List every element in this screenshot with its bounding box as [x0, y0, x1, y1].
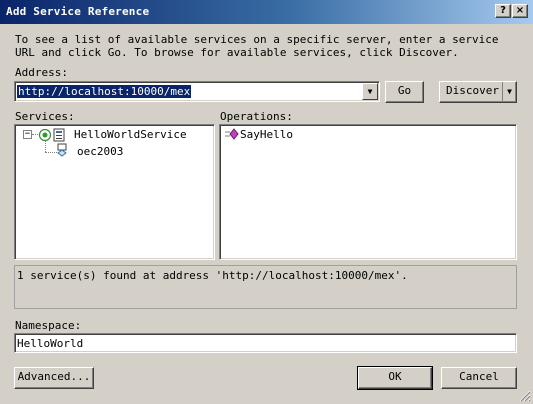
- chevron-down-icon: ▼: [367, 87, 373, 96]
- services-label: Services:: [15, 110, 75, 123]
- chevron-down-icon: ▼: [507, 87, 512, 96]
- title-bar[interactable]: Add Service Reference ? ×: [0, 0, 533, 24]
- cancel-button[interactable]: Cancel: [441, 367, 517, 389]
- ok-button[interactable]: OK: [357, 366, 433, 390]
- tree-item-contract[interactable]: oec2003: [77, 145, 123, 158]
- namespace-input[interactable]: HelloWorld: [17, 337, 83, 350]
- minus-box-icon[interactable]: −: [23, 130, 32, 139]
- list-item-operation[interactable]: SayHello: [240, 128, 293, 141]
- size-grip-icon[interactable]: [518, 389, 531, 402]
- status-panel: 1 service(s) found at address 'http://lo…: [14, 265, 517, 309]
- address-combobox[interactable]: http://localhost:10000/mex ▼: [14, 81, 380, 102]
- service-icon: [38, 128, 65, 142]
- window-title: Add Service Reference: [6, 5, 150, 18]
- discover-label: Discover: [446, 84, 499, 97]
- namespace-label: Namespace:: [15, 319, 82, 332]
- address-label: Address:: [15, 66, 68, 79]
- description-text: To see a list of available services on a…: [15, 33, 499, 59]
- discover-dropdown-button[interactable]: ▼: [502, 82, 516, 102]
- address-input[interactable]: http://localhost:10000/mex: [17, 85, 192, 98]
- operations-list[interactable]: SayHello: [219, 124, 517, 260]
- services-tree[interactable]: − HelloWorldService oec2003: [14, 124, 215, 260]
- go-button[interactable]: Go: [385, 81, 424, 103]
- close-button[interactable]: ×: [512, 4, 528, 18]
- discover-button[interactable]: Discover ▼: [439, 81, 517, 103]
- tree-item-service[interactable]: HelloWorldService: [74, 128, 187, 141]
- operations-label: Operations:: [220, 110, 293, 123]
- contract-icon: [57, 143, 67, 157]
- address-dropdown-button[interactable]: ▼: [362, 83, 378, 100]
- help-button[interactable]: ?: [495, 4, 511, 18]
- advanced-button[interactable]: Advanced...: [14, 367, 94, 389]
- method-icon: [225, 128, 239, 140]
- namespace-field[interactable]: HelloWorld: [14, 333, 517, 353]
- status-text: 1 service(s) found at address 'http://lo…: [17, 269, 408, 282]
